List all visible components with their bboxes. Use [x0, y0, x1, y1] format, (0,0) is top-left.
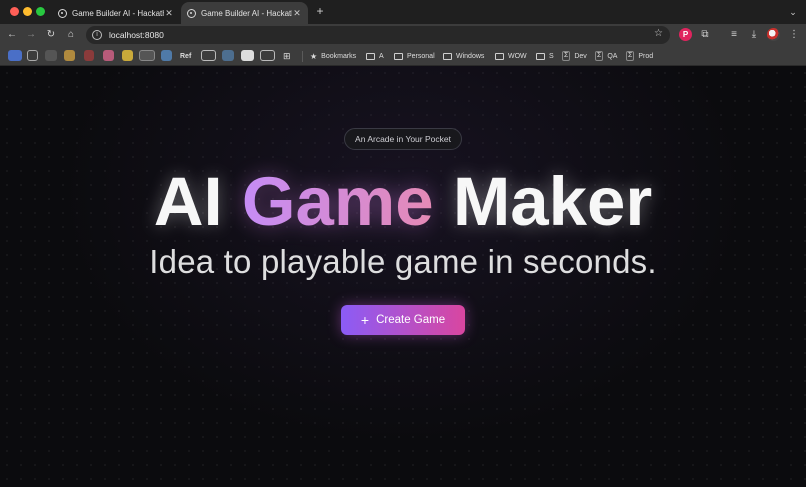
bookmark-label: Dev [574, 52, 587, 60]
tab-game-builder-1[interactable]: Game Builder AI - Hackathon ✕ [52, 2, 180, 24]
bookmark-icon-2[interactable] [27, 50, 38, 61]
bookmark-folder-personal[interactable]: Personal [394, 49, 435, 63]
bookmark-dev[interactable]: Σ Dev [562, 49, 587, 63]
bookmark-label: QA [607, 52, 618, 60]
bookmark-folder-a[interactable]: A [366, 49, 384, 63]
bookmark-prod[interactable]: Σ Prod [626, 49, 653, 63]
create-game-label: Create Game [376, 314, 446, 326]
download-icon[interactable]: ⤓ [747, 28, 761, 42]
bookmark-folder-windows[interactable]: Windows [443, 49, 484, 63]
browser-toolbar: ← → ↻ ⌂ i localhost:8080 ☆ P ⧉ ≡ ⤓ ⋮ [0, 24, 806, 46]
bookmark-icon-4[interactable] [64, 50, 75, 61]
apps-grid-icon[interactable]: ⊞ [283, 49, 291, 63]
address-bar[interactable]: i localhost:8080 ☆ [86, 26, 670, 44]
forward-icon[interactable]: → [24, 28, 38, 42]
hero-title: AI Game Maker [0, 162, 806, 242]
bookmark-label: WOW [508, 52, 527, 60]
star-icon[interactable]: ☆ [654, 28, 663, 39]
hero-subtitle: Idea to playable game in seconds. [149, 243, 657, 280]
bookmark-icon-6[interactable] [103, 50, 114, 61]
page-content: An Arcade in Your Pocket AI Game Maker I… [0, 66, 806, 487]
bookmark-icon-8[interactable] [139, 50, 155, 61]
bookmark-icon-11[interactable] [222, 50, 234, 61]
folder-icon [536, 52, 545, 60]
bookmark-label: A [379, 52, 384, 60]
extensions-icon[interactable]: ⧉ [698, 28, 712, 42]
menu-icon[interactable]: ⋮ [787, 28, 801, 42]
tab-game-builder-2[interactable]: Game Builder AI - Hackathon ✕ [181, 2, 308, 24]
bookmark-label: S [549, 52, 554, 60]
close-window-button[interactable] [10, 7, 19, 16]
close-tab-icon[interactable]: ✕ [292, 8, 302, 19]
bookmark-icon-9[interactable] [161, 50, 172, 61]
home-icon[interactable]: ⌂ [64, 28, 78, 42]
bookmark-bookmarks[interactable]: ★ Bookmarks [310, 49, 356, 63]
tagline-badge: An Arcade in Your Pocket [344, 128, 462, 150]
bookmarks-bar: Ref ⊞ ★ Bookmarks A Personal Windows WOW [0, 46, 806, 66]
bookmark-qa[interactable]: Σ QA [595, 49, 617, 63]
title-highlight-game: Game [241, 163, 434, 240]
folder-icon [394, 52, 403, 60]
tab-title: Game Builder AI - Hackathon [201, 8, 292, 18]
reload-icon[interactable]: ↻ [44, 28, 58, 42]
tab-strip: Game Builder AI - Hackathon ✕ Game Build… [0, 0, 806, 24]
create-game-button[interactable]: + Create Game [341, 305, 465, 335]
plus-icon: + [360, 312, 370, 328]
bookmark-icon-10[interactable] [201, 50, 216, 61]
bookmark-icon-7[interactable] [122, 50, 133, 61]
info-icon[interactable]: i [92, 30, 102, 40]
reading-list-icon[interactable]: ≡ [727, 28, 741, 42]
avatar-icon[interactable] [767, 28, 780, 41]
close-tab-icon[interactable]: ✕ [164, 8, 174, 19]
back-icon[interactable]: ← [5, 28, 19, 42]
bookmark-folder-s[interactable]: S [536, 49, 554, 63]
maximize-window-button[interactable] [36, 7, 45, 16]
tab-title: Game Builder AI - Hackathon [72, 8, 164, 18]
folder-icon [443, 52, 452, 60]
bookmark-label: Personal [407, 52, 435, 60]
sigma-icon: Σ [562, 51, 571, 61]
favicon-icon [58, 8, 67, 18]
bookmark-label: Prod [638, 52, 654, 60]
pinterest-icon[interactable]: P [679, 28, 692, 41]
browser-window: Game Builder AI - Hackathon ✕ Game Build… [0, 0, 806, 487]
url-text[interactable]: localhost:8080 [109, 30, 164, 40]
bookmark-icon-13[interactable] [260, 50, 275, 61]
bookmark-label: Windows [456, 52, 485, 60]
bookmark-icon-3[interactable] [45, 50, 57, 61]
tab-search-icon[interactable]: ⌄ [786, 5, 800, 19]
folder-icon [495, 52, 504, 60]
sigma-icon: Σ [595, 51, 604, 61]
folder-icon [366, 52, 375, 60]
bookmark-icon-1[interactable] [8, 50, 22, 61]
bookmark-ref[interactable]: Ref [180, 49, 191, 63]
bookmark-folder-wow[interactable]: WOW [495, 49, 527, 63]
bookmark-icon-5[interactable] [84, 50, 94, 61]
favicon-icon [187, 8, 196, 18]
title-part-ai: AI [153, 163, 242, 240]
star-icon: ★ [310, 51, 318, 61]
title-part-maker: Maker [433, 163, 653, 240]
bookmark-icon-12[interactable] [241, 50, 254, 61]
sigma-icon: Σ [626, 51, 635, 61]
minimize-window-button[interactable] [23, 7, 32, 16]
new-tab-button[interactable]: + [313, 4, 327, 18]
bookmarks-divider [302, 51, 303, 62]
bookmark-label: Bookmarks [321, 52, 357, 60]
